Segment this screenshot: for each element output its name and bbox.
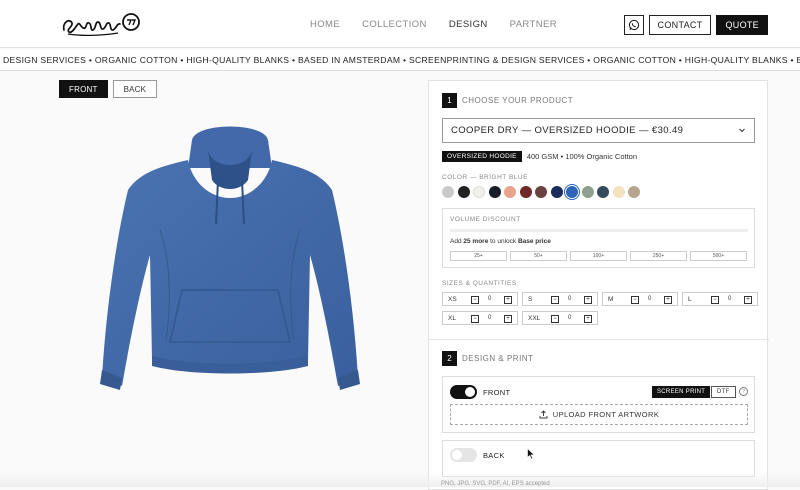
size-stepper-xxl: XXL − 0 + [522, 311, 598, 325]
increment-button[interactable]: + [584, 296, 592, 304]
increment-button[interactable]: + [504, 315, 512, 323]
mouse-cursor-icon [527, 448, 535, 460]
quote-button[interactable]: QUOTE [716, 15, 768, 35]
decrement-button[interactable]: − [551, 296, 559, 304]
increment-button[interactable]: + [504, 296, 512, 304]
nav-collection[interactable]: COLLECTION [362, 19, 427, 30]
discount-tiers: 25+ 50+ 100+ 250+ 500+ [450, 251, 747, 261]
formats-note: PNG, JPG, SVG, PDF, AI, EPS accepted [441, 481, 550, 487]
size-stepper-m: M − 0 + [602, 292, 678, 306]
step-number: 2 [442, 351, 457, 366]
color-swatch[interactable] [488, 186, 501, 198]
nav-design[interactable]: DESIGN [449, 19, 488, 30]
color-swatch[interactable] [457, 186, 470, 198]
header-actions: CONTACT QUOTE [623, 15, 768, 35]
color-swatch[interactable] [566, 186, 578, 198]
quantity-value[interactable]: 0 [488, 315, 491, 321]
size-stepper-l: L − 0 + [682, 292, 758, 306]
color-swatch[interactable] [628, 186, 640, 198]
quantity-value[interactable]: 0 [568, 296, 571, 302]
site-header: HOME COLLECTION DESIGN PARTNER CONTACT Q… [0, 0, 800, 48]
decrement-button[interactable]: − [471, 315, 479, 323]
front-view-button[interactable]: FRONT [59, 80, 108, 98]
volume-discount-text: Add 25 more to unlock Base price [450, 238, 551, 245]
color-swatch[interactable] [597, 186, 609, 198]
chevron-down-icon [739, 128, 745, 133]
upload-front-artwork-button[interactable]: UPLOAD FRONT ARTWORK [450, 404, 748, 425]
step-label: CHOOSE YOUR PRODUCT [462, 96, 574, 105]
section-divider [429, 339, 769, 340]
quantity-value[interactable]: 0 [488, 296, 491, 302]
dtf-option[interactable]: DTF [711, 386, 736, 398]
size-stepper-s: S − 0 + [522, 292, 598, 306]
step-label: DESIGN & PRINT [462, 354, 534, 363]
color-swatch[interactable] [535, 186, 547, 198]
info-icon[interactable]: ? [739, 387, 748, 396]
color-swatch[interactable] [612, 186, 625, 198]
decrement-button[interactable]: − [711, 296, 719, 304]
decrement-button[interactable]: − [551, 315, 559, 323]
step-design-print-header: 2 DESIGN & PRINT [442, 351, 533, 366]
product-select[interactable]: COOPER DRY — OVERSIZED HOODIE — €30.49 [442, 118, 755, 143]
tier-250: 250+ [630, 251, 687, 261]
marquee-banner: DESIGN SERVICES • ORGANIC COTTON • HIGH-… [0, 50, 800, 71]
quantity-value[interactable]: 0 [648, 296, 651, 302]
product-config-panel: 1 CHOOSE YOUR PRODUCT COOPER DRY — OVERS… [428, 80, 769, 490]
nav-partner[interactable]: PARTNER [510, 19, 557, 30]
color-swatch[interactable] [504, 186, 516, 198]
upload-label: UPLOAD FRONT ARTWORK [552, 410, 660, 419]
increment-button[interactable]: + [584, 315, 592, 323]
size-stepper-xs: XS − 0 + [442, 292, 518, 306]
color-swatches [442, 186, 640, 198]
color-label: COLOR — BRIGHT BLUE [442, 174, 528, 181]
front-print-box: FRONT SCREEN PRINT DTF ? UPLOAD FRONT AR… [442, 376, 755, 433]
scroll-fade [0, 472, 800, 487]
decrement-button[interactable]: − [631, 296, 639, 304]
front-print-label: FRONT [483, 388, 511, 397]
nav-home[interactable]: HOME [310, 19, 340, 30]
back-print-toggle[interactable] [450, 448, 477, 462]
step-choose-product-header: 1 CHOOSE YOUR PRODUCT [442, 93, 573, 108]
quantity-value[interactable]: 0 [568, 315, 571, 321]
volume-discount-box: VOLUME DISCOUNT Add 25 more to unlock Ba… [442, 208, 755, 268]
tier-100: 100+ [570, 251, 627, 261]
size-stepper-xl: XL − 0 + [442, 311, 518, 325]
color-swatch[interactable] [473, 186, 485, 198]
color-swatch[interactable] [581, 186, 594, 198]
contact-button[interactable]: CONTACT [648, 15, 712, 35]
back-print-label: BACK [483, 451, 505, 460]
volume-discount-title: VOLUME DISCOUNT [450, 216, 521, 223]
quantity-value[interactable]: 0 [728, 296, 731, 302]
view-toggle: FRONT BACK [59, 80, 158, 98]
brand-logo[interactable] [60, 12, 142, 38]
tier-500: 500+ [690, 251, 747, 261]
main-nav: HOME COLLECTION DESIGN PARTNER [310, 19, 579, 30]
product-details: 400 GSM • 100% Organic Cotton [526, 152, 637, 161]
increment-button[interactable]: + [744, 296, 752, 304]
whatsapp-button[interactable] [623, 15, 644, 35]
product-type-badge: OVERSIZED HOODIE [442, 151, 522, 162]
screen-print-option[interactable]: SCREEN PRINT [652, 386, 711, 398]
increment-button[interactable]: + [664, 296, 672, 304]
color-swatch[interactable] [519, 186, 532, 198]
upload-icon [539, 410, 548, 419]
step-number: 1 [442, 93, 457, 108]
tier-50: 50+ [510, 251, 567, 261]
decrement-button[interactable]: − [471, 296, 479, 304]
product-preview-image [100, 126, 360, 390]
product-select-value: COOPER DRY — OVERSIZED HOODIE — €30.49 [451, 125, 684, 136]
whatsapp-icon [628, 19, 639, 31]
sizes-label: SIZES & QUANTITIES [442, 280, 517, 287]
front-print-toggle[interactable] [450, 385, 477, 399]
tier-25: 25+ [450, 251, 507, 261]
product-meta: OVERSIZED HOODIE 400 GSM • 100% Organic … [442, 151, 637, 162]
marquee-text: DESIGN SERVICES • ORGANIC COTTON • HIGH-… [3, 55, 800, 65]
color-swatch[interactable] [442, 186, 454, 198]
back-view-button[interactable]: BACK [112, 80, 158, 98]
volume-progress-bar [450, 229, 748, 232]
color-swatch[interactable] [550, 186, 563, 198]
